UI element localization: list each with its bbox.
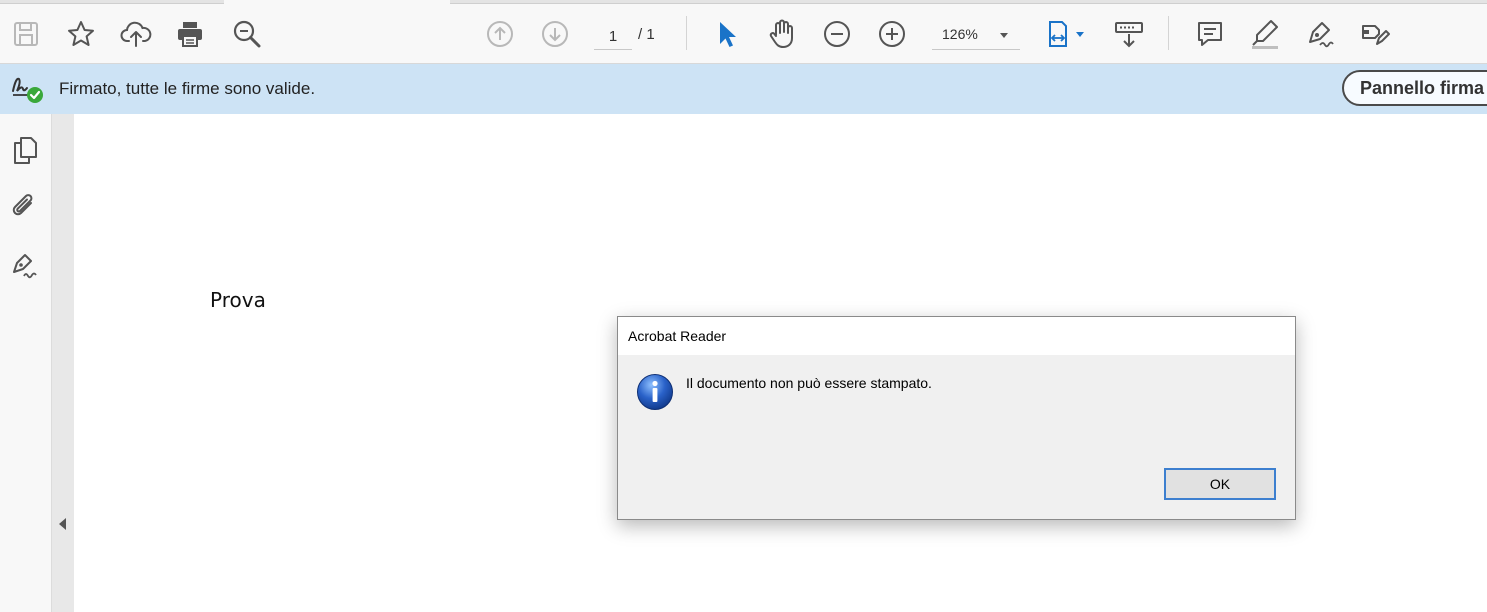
arrow-down-circle-icon: [542, 21, 568, 47]
zoom-value: 126%: [942, 26, 978, 42]
collapse-panel-icon[interactable]: [59, 518, 66, 530]
highlighter-icon: [1252, 20, 1278, 49]
alert-dialog: Acrobat Reader Il documento non può esse…: [617, 316, 1296, 520]
scroll-mode-icon: [1115, 22, 1143, 48]
next-page-button[interactable]: [537, 16, 573, 52]
chevron-down-icon: [1000, 33, 1008, 38]
zoom-in-button[interactable]: [874, 16, 910, 52]
minus-circle-icon: [824, 21, 850, 47]
toolbar-divider: [686, 16, 687, 50]
signature-panel-button[interactable]: Pannello firma: [1342, 70, 1487, 106]
zoom-dropdown[interactable]: 126%: [932, 22, 1020, 50]
bookmark-button[interactable]: [63, 16, 99, 52]
tab-strip-left: [0, 0, 224, 4]
scroll-mode-button[interactable]: [1111, 16, 1147, 52]
attachment-icon: [12, 194, 33, 216]
comment-icon: [1198, 22, 1222, 46]
attachments-button[interactable]: [6, 187, 44, 225]
fill-sign-icon: [1309, 22, 1334, 48]
more-tools-button[interactable]: [1357, 16, 1393, 52]
main-toolbar: / 1 126%: [0, 0, 1487, 64]
fit-width-icon: [1049, 21, 1084, 47]
toolbar-divider: [1168, 16, 1169, 50]
ok-button[interactable]: OK: [1164, 468, 1276, 500]
zoom-out-button[interactable]: [819, 16, 855, 52]
tab-strip-right: [450, 0, 1487, 4]
edit-tool-icon: [1362, 25, 1390, 45]
highlight-button[interactable]: [1247, 16, 1283, 52]
save-button[interactable]: [8, 16, 44, 52]
hand-icon: [769, 19, 793, 48]
cursor-arrow-icon: [720, 22, 736, 47]
hand-tool-button[interactable]: [764, 16, 800, 52]
signature-panel-icon: [13, 254, 37, 279]
signature-valid-icon: [12, 77, 43, 103]
save-icon: [14, 22, 38, 46]
star-icon: [68, 21, 94, 46]
page-thumbnails-button[interactable]: [6, 131, 44, 169]
fit-page-button[interactable]: [1042, 16, 1090, 52]
signature-status-bar: Firmato, tutte le firme sono valide. Pan…: [0, 64, 1487, 114]
dialog-titlebar: Acrobat Reader: [618, 317, 1295, 355]
search-button[interactable]: [229, 16, 265, 52]
previous-page-button[interactable]: [482, 16, 518, 52]
signature-panel-rail-button[interactable]: [6, 246, 44, 284]
signature-status-text: Firmato, tutte le firme sono valide.: [59, 79, 316, 98]
info-icon: [637, 374, 673, 410]
arrow-up-circle-icon: [487, 21, 513, 47]
left-navigation-rail: [0, 114, 52, 612]
page-number-input[interactable]: [594, 24, 632, 50]
cloud-upload-icon: [120, 21, 152, 47]
plus-circle-icon: [879, 21, 905, 47]
panel-gutter: [52, 114, 74, 612]
document-text: Prova: [210, 288, 266, 312]
comment-button[interactable]: [1192, 16, 1228, 52]
select-tool-button[interactable]: [709, 16, 745, 52]
page-total: / 1: [638, 26, 655, 43]
zoom-search-icon: [233, 20, 261, 48]
dialog-title: Acrobat Reader: [628, 328, 727, 344]
page-thumbnails-icon: [14, 137, 37, 164]
dialog-message: Il documento non può essere stampato.: [686, 375, 932, 391]
upload-button[interactable]: [118, 16, 154, 52]
print-button[interactable]: [172, 16, 208, 52]
printer-icon: [178, 22, 202, 47]
fill-sign-button[interactable]: [1302, 16, 1338, 52]
